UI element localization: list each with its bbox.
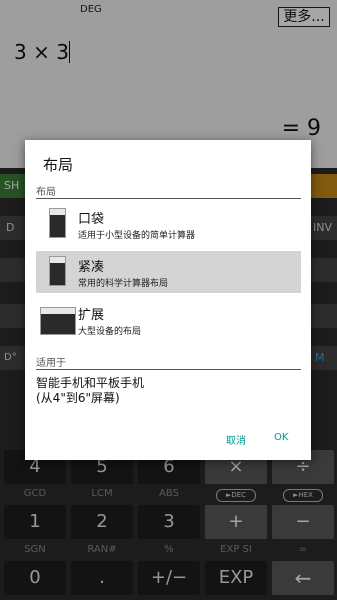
thumb-screen — [50, 257, 65, 263]
divider — [36, 198, 301, 199]
divider — [36, 369, 301, 370]
dialog-title: 布局 — [43, 156, 74, 174]
thumb-screen — [41, 308, 75, 314]
apply-line-2: (从4"到6"屏幕) — [36, 391, 120, 405]
layout-option-compact[interactable]: 紧凑 常用的科学计算器布局 — [36, 251, 301, 293]
section-apply-header: 适用于 — [36, 358, 66, 369]
option-label: 紧凑 — [78, 260, 105, 275]
layout-option-extended[interactable]: 扩展 大型设备的布局 — [36, 299, 301, 341]
option-label: 口袋 — [78, 212, 105, 227]
option-label: 扩展 — [78, 308, 105, 323]
apply-line-1: 智能手机和平板手机 — [36, 376, 145, 390]
ok-button[interactable]: OK — [274, 432, 288, 443]
section-layout-header: 布局 — [36, 187, 56, 198]
layout-option-pocket[interactable]: 口袋 适用于小型设备的简单计算器 — [36, 203, 301, 245]
device-applicability: 智能手机和平板手机 (从4"到6"屏幕) — [36, 376, 144, 406]
extended-thumbnail-icon — [40, 307, 76, 335]
option-description: 适用于小型设备的简单计算器 — [78, 231, 196, 241]
cancel-button[interactable]: 取消 — [226, 432, 246, 447]
option-description: 大型设备的布局 — [78, 327, 142, 337]
layout-dialog: 布局 布局 口袋 适用于小型设备的简单计算器 紧凑 常用的科学计算器布局 扩展 … — [25, 140, 311, 460]
option-description: 常用的科学计算器布局 — [78, 279, 169, 289]
pocket-thumbnail-icon — [49, 208, 66, 238]
compact-thumbnail-icon — [49, 256, 66, 286]
thumb-screen — [50, 209, 65, 215]
